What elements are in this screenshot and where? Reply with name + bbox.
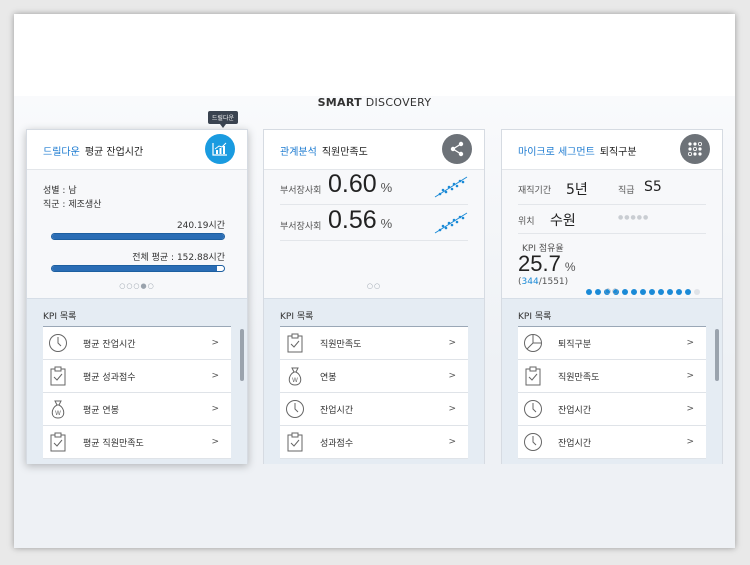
scatter-icon (434, 212, 468, 234)
kpi-item[interactable]: 잔업시간 > (518, 393, 706, 426)
chevron-right-icon: > (686, 371, 694, 381)
tenure-label: 재직기간 (518, 186, 552, 196)
kpi-item[interactable]: 평균 성과점수 > (43, 360, 231, 393)
card-micro-segment: 마이크로 세그먼트 퇴직구분 재직기간 5년 직급 S5 위치 수원 ●●●●● … (501, 129, 723, 464)
chevron-right-icon: > (448, 404, 456, 414)
kpi-item[interactable]: W 연봉 > (280, 360, 468, 393)
app-frame: SMART DISCOVERY 드릴다운 평균 잔업시간 드릴다운 성별 : 남 … (14, 14, 735, 548)
kpi-title: KPI 목록 (518, 312, 552, 322)
location-dots: ●●●●● (618, 214, 650, 221)
chevron-right-icon: > (211, 338, 219, 348)
card-summary: 성별 : 남 직군 : 제조생산 240.19시간 전체 평균 : 152.88… (27, 170, 247, 298)
kpi-scrollbar[interactable] (715, 329, 719, 381)
chart-icon (212, 142, 227, 156)
card-header: 마이크로 세그먼트 퇴직구분 (502, 130, 722, 170)
average-label: 전체 평균 : 152.88시간 (132, 253, 225, 263)
drilldown-button[interactable] (205, 134, 235, 164)
grade-label: 직급 (618, 186, 635, 196)
kpi-list: 평균 잔업시간 > 평균 성과점수 > W 평균 연봉 > 평균 직원만족도 > (43, 326, 231, 464)
gender-info: 성별 : 남 (43, 186, 77, 196)
pager-dots[interactable]: ○○○●○ (27, 282, 247, 290)
clipboard-icon (50, 366, 66, 386)
card-header: 드릴다운 평균 잔업시간 드릴다운 (27, 111, 247, 170)
pie-chart-icon (524, 334, 542, 352)
card-category: 관계분석 (280, 147, 317, 158)
card-summary: 부서장사회 0.60% 부서장사회 0.56% ○○ (264, 170, 484, 298)
kpi-item[interactable]: W 평균 연봉 > (43, 393, 231, 426)
drilldown-tooltip: 드릴다운 (207, 111, 238, 128)
chevron-right-icon: > (448, 437, 456, 447)
kpi-scrollbar[interactable] (240, 329, 244, 381)
chevron-right-icon: > (686, 437, 694, 447)
clock-icon (524, 433, 542, 451)
share-count: (344/1551) (518, 277, 569, 287)
card-name: 평균 잔업시간 (84, 147, 144, 158)
kpi-section: KPI 목록 퇴직구분 > 직원만족도 > 잔업시간 > 잔업시간 > (502, 298, 722, 464)
kpi-item[interactable]: 퇴직구분 > (518, 327, 706, 360)
svg-text:W: W (292, 377, 298, 384)
metric-value: 0.60% (328, 170, 393, 198)
tenure-value: 5년 (566, 182, 588, 198)
money-bag-icon: W (51, 400, 65, 419)
kpi-title: KPI 목록 (43, 312, 77, 322)
kpi-item[interactable]: 직원만족도 > (518, 360, 706, 393)
average-bar (51, 265, 225, 272)
clock-icon (286, 400, 304, 418)
segment-button[interactable] (680, 134, 710, 164)
metric-row[interactable]: 부서장사회 0.56% (280, 206, 468, 241)
kpi-item[interactable]: 잔업시간 > (518, 426, 706, 459)
card-header: 관계분석 직원만족도 (264, 130, 484, 170)
clock-icon (49, 334, 67, 352)
clipboard-icon (287, 333, 303, 353)
job-info: 직군 : 제조생산 (43, 200, 102, 210)
location-value: 수원 (550, 213, 576, 229)
card-category: 마이크로 세그먼트 (518, 147, 595, 158)
kpi-section: KPI 목록 직원만족도 > W 연봉 > 잔업시간 > 성과점수 > (264, 298, 484, 464)
money-bag-icon: W (288, 367, 302, 386)
card-category: 드릴다운 (43, 147, 80, 158)
kpi-item[interactable]: 평균 직원만족도 > (43, 426, 231, 459)
clock-icon (524, 400, 542, 418)
kpi-item[interactable]: 성과점수 > (280, 426, 468, 459)
value-bar (51, 233, 225, 240)
share-value: 25.7% (518, 251, 576, 276)
kpi-title: KPI 목록 (280, 312, 314, 322)
metric-row[interactable]: 부서장사회 0.60% (280, 170, 468, 205)
kpi-section: KPI 목록 평균 잔업시간 > 평균 성과점수 > W 평균 연봉 > 평균 직원만… (27, 298, 247, 464)
card-name: 직원만족도 (321, 147, 368, 158)
chevron-right-icon: > (686, 404, 694, 414)
chevron-right-icon: > (686, 338, 694, 348)
chevron-right-icon: > (448, 371, 456, 381)
card-drilldown: 드릴다운 평균 잔업시간 드릴다운 성별 : 남 직군 : 제조생산 240.19… (26, 111, 248, 464)
chevron-right-icon: > (211, 371, 219, 381)
share-icon (450, 141, 464, 157)
svg-text:W: W (55, 410, 61, 417)
card-name: 퇴직구분 (599, 147, 637, 158)
card-summary: 재직기간 5년 직급 S5 위치 수원 ●●●●● KPI 점유율 25.7% … (502, 170, 722, 352)
kpi-list: 직원만족도 > W 연봉 > 잔업시간 > 성과점수 > (280, 326, 468, 464)
page-title: SMART DISCOVERY (317, 96, 432, 109)
pager-dots[interactable]: ○○ (502, 287, 722, 295)
location-label: 위치 (518, 217, 535, 227)
pager-dots[interactable]: ○○ (264, 282, 484, 290)
chevron-right-icon: > (448, 338, 456, 348)
chevron-right-icon: > (211, 437, 219, 447)
bar-value-label: 240.19시간 (176, 221, 225, 231)
chevron-right-icon: > (211, 404, 219, 414)
metric-value: 0.56% (328, 206, 393, 234)
kpi-item[interactable]: 잔업시간 > (280, 393, 468, 426)
kpi-list: 퇴직구분 > 직원만족도 > 잔업시간 > 잔업시간 > (518, 326, 706, 464)
share-button[interactable] (442, 134, 472, 164)
grade-value: S5 (644, 179, 662, 195)
card-relation-analysis: 관계분석 직원만족도 부서장사회 0.60% 부서장사회 0.56% ○○ KP… (263, 129, 485, 464)
clipboard-icon (525, 366, 541, 386)
clipboard-icon (287, 432, 303, 452)
kpi-item[interactable]: 직원만족도 > (280, 327, 468, 360)
segment-icon (688, 142, 702, 156)
kpi-item[interactable]: 평균 잔업시간 > (43, 327, 231, 360)
clipboard-icon (50, 432, 66, 452)
scatter-icon (434, 176, 468, 198)
